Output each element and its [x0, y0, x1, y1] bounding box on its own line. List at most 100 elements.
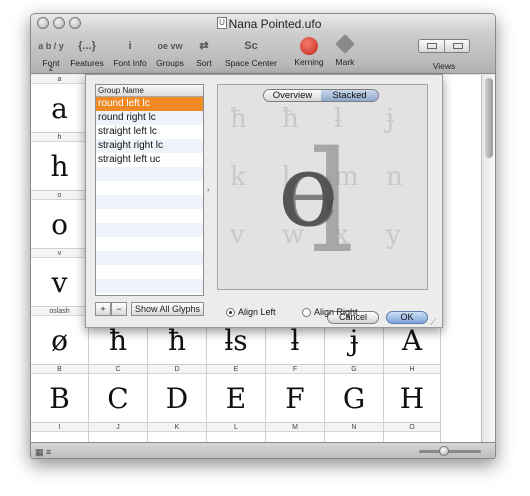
grid-view-icon[interactable] [444, 40, 469, 52]
vertical-scrollbar[interactable] [481, 75, 495, 442]
ghost-glyph: ɉ [383, 104, 394, 134]
group-list-item[interactable]: straight left lc [96, 125, 203, 139]
glyph-cell-preview: E [225, 382, 247, 415]
group-list-empty-row [96, 251, 203, 265]
resize-divider[interactable]: › [207, 185, 210, 194]
glyph-cell-preview: C [107, 382, 129, 415]
glyph-cell[interactable]: oo [31, 191, 89, 249]
resize-grip-icon[interactable]: ⟋ [430, 317, 436, 328]
glyph-cell[interactable]: OO [384, 423, 441, 442]
glyph-cell[interactable]: vv [31, 249, 89, 307]
glyph-cell[interactable]: GG [325, 365, 384, 423]
glyph-cell-name: o [31, 191, 88, 200]
glyph-cell-preview: L [207, 433, 265, 442]
align-left-radio[interactable] [226, 307, 235, 317]
group-list-empty-row [96, 279, 203, 293]
glyph-cell[interactable]: MM [266, 423, 325, 442]
grid-mode-icon[interactable]: ▦ ≡ [35, 447, 51, 458]
preview-canvas: ħ ħ ƚ ɉk l m nv w x y l o e [229, 104, 403, 285]
font-window: U Nana Pointed.ufo a b / y z Font {...} … [30, 13, 496, 459]
glyph-cell-name: L [207, 423, 265, 432]
group-list-empty-row [96, 195, 203, 209]
list-view-icon[interactable] [419, 40, 445, 52]
align-right-label: Align Right [314, 307, 358, 317]
toolbar-features-button[interactable]: {...} Features [69, 32, 105, 74]
add-group-button[interactable]: + [95, 302, 111, 316]
ghost-glyph: ħ [230, 104, 247, 134]
glyph-cell-name: K [148, 423, 206, 432]
align-left-label: Align Left [238, 307, 276, 317]
space-center-icon: Sc [244, 40, 258, 52]
toolbar-mark-button[interactable]: Mark [331, 32, 359, 74]
toolbar-font-button[interactable]: a b / y z Font [35, 32, 67, 74]
ok-button[interactable]: OK [386, 311, 428, 324]
toolbar-sort-button[interactable]: ⇄ Sort [191, 32, 217, 74]
toolbar-views-group: Views [415, 32, 473, 74]
glyph-cell-preview: G [342, 382, 366, 415]
group-list-item[interactable]: round left lc [96, 97, 203, 111]
glyph-cell[interactable]: JJ [89, 423, 148, 442]
groups-icon: oe vw [157, 41, 183, 51]
glyph-cell[interactable]: HH [384, 365, 441, 423]
glyph-cell-preview: O [384, 433, 440, 442]
group-list-rows: round left lc round right lc straight left… [96, 97, 203, 293]
tab-overview[interactable]: Overview [264, 90, 321, 101]
align-right-option[interactable]: Align Right [302, 307, 358, 317]
window-title: Nana Pointed.ufo [228, 17, 322, 31]
toolbar-views-label: Views [432, 61, 456, 71]
glyph-cell-preview: K [148, 433, 206, 442]
glyph-cell[interactable]: aa [31, 75, 89, 133]
title-bar: U Nana Pointed.ufo [31, 14, 495, 32]
glyph-size-slider-track[interactable] [419, 450, 481, 453]
glyph-cell-preview: M [266, 433, 324, 442]
align-right-radio[interactable] [302, 307, 311, 317]
tab-stacked[interactable]: Stacked [321, 90, 378, 101]
toolbar-kerning-button[interactable]: Kerning [291, 32, 327, 74]
views-segmented-control[interactable] [418, 39, 470, 53]
font-icon: a b / y z [38, 41, 64, 73]
glyph-cell[interactable]: EE [207, 365, 266, 423]
group-list-item[interactable]: round right lc [96, 111, 203, 125]
glyph-cell-name: v [31, 249, 88, 258]
glyph-cell[interactable]: oslash ø [31, 307, 89, 365]
groups-sheet: Group Name round left lc round right lc st… [85, 74, 443, 328]
glyph-cell-name: M [266, 423, 324, 432]
glyph-cell[interactable]: KK [148, 423, 207, 442]
glyph-size-slider-knob[interactable] [439, 446, 449, 456]
group-list-empty-row [96, 265, 203, 279]
glyph-cell[interactable]: BB [31, 365, 89, 423]
glyph-cell-preview: B [49, 382, 70, 415]
glyph-cell-name: G [325, 365, 383, 374]
glyph-cell[interactable]: NN [325, 423, 384, 442]
glyph-cell[interactable]: DD [148, 365, 207, 423]
toolbar-font-info-label: Font Info [113, 58, 147, 68]
glyph-cell-name: C [89, 365, 147, 374]
group-list-item[interactable]: straight left uc [96, 153, 203, 167]
group-list-item[interactable]: straight right lc [96, 139, 203, 153]
toolbar-mark-label: Mark [335, 57, 355, 67]
glyph-cell[interactable]: LL [207, 423, 266, 442]
glyph-cell-preview: F [285, 382, 305, 415]
toolbar-groups-button[interactable]: oe vw Groups [153, 32, 187, 74]
toolbar: a b / y z Font {...} Features i Font Inf… [31, 32, 495, 74]
sort-icon: ⇄ [199, 40, 209, 52]
view-mode-tabs[interactable]: Overview Stacked [263, 89, 379, 102]
toolbar-font-info-button[interactable]: i Font Info [111, 32, 149, 74]
glyph-cell-name: N [325, 423, 383, 432]
glyph-cell[interactable]: FF [266, 365, 325, 423]
align-left-option[interactable]: Align Left [226, 307, 276, 317]
group-list[interactable]: Group Name round left lc round right lc st… [95, 84, 204, 296]
glyph-cell-preview: H [399, 382, 425, 415]
toolbar-space-center-button[interactable]: Sc Space Center [221, 32, 281, 74]
glyph-cell-name: a [31, 75, 88, 84]
stacked-glyph-e: e [280, 132, 339, 249]
glyph-cell-preview: a [51, 92, 68, 125]
glyph-cell[interactable]: II [31, 423, 89, 442]
scrollbar-thumb[interactable] [485, 78, 493, 158]
group-preview: ħħƚɉklmnvwxy l o e [217, 84, 428, 290]
show-all-glyphs-button[interactable]: Show All Glyphs [131, 302, 204, 316]
glyph-cell[interactable]: CC [89, 365, 148, 423]
remove-group-button[interactable]: − [111, 302, 127, 316]
glyph-cell[interactable]: hh [31, 133, 89, 191]
group-list-empty-row [96, 209, 203, 223]
